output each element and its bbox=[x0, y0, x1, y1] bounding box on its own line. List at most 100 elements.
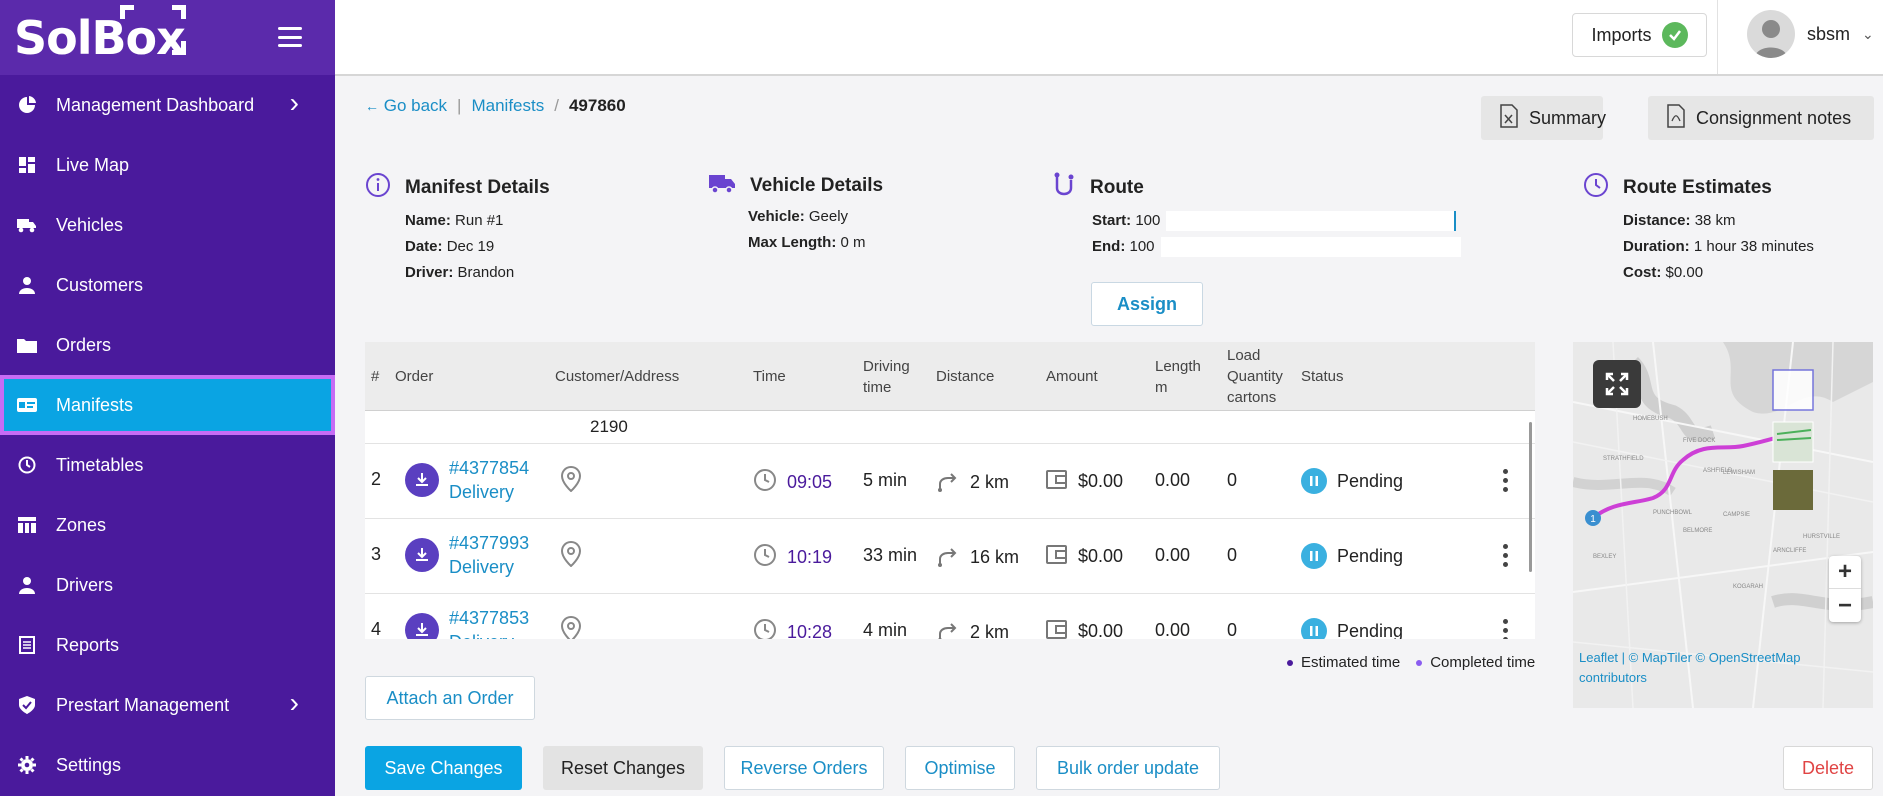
length-value: 0.00 bbox=[1155, 620, 1191, 639]
more-options-icon[interactable] bbox=[1503, 469, 1508, 492]
col-time: Time bbox=[753, 368, 786, 385]
estimate-cost: $0.00 bbox=[1665, 264, 1704, 281]
clock-icon bbox=[1583, 172, 1609, 204]
pause-icon bbox=[1301, 618, 1327, 639]
consignment-notes-button[interactable]: Consignment notes bbox=[1648, 96, 1874, 140]
table-row[interactable]: 4 #4377853Delivery 10:28 4 min 2 km $0.00 0.00… bbox=[365, 594, 1535, 639]
download-icon bbox=[405, 613, 439, 639]
order-link[interactable]: #4377853Delivery bbox=[449, 606, 529, 639]
length-value: 0.00 bbox=[1155, 545, 1191, 565]
summary-button[interactable]: Summary bbox=[1481, 96, 1606, 140]
location-pin-icon[interactable] bbox=[561, 466, 581, 492]
status-cell: Pending bbox=[1301, 618, 1403, 639]
sidebar-item-customers[interactable]: Customers bbox=[0, 255, 335, 315]
sidebar-item-management-dashboard[interactable]: Management Dashboard › bbox=[0, 75, 335, 135]
sidebar-item-label: Customers bbox=[56, 274, 144, 295]
col-status: Status bbox=[1301, 368, 1344, 385]
map-place-label: ARNCLIFFE bbox=[1773, 548, 1806, 554]
user-menu[interactable]: sbsm ⌄ bbox=[1747, 10, 1874, 58]
imports-label: Imports bbox=[1591, 24, 1652, 45]
hamburger-menu-icon[interactable] bbox=[278, 27, 302, 47]
sidebar-item-label: Orders bbox=[56, 334, 112, 355]
estimated-time: 10:19 bbox=[787, 547, 833, 567]
divider bbox=[1717, 0, 1718, 74]
map-attribution[interactable]: Leaflet | © MapTiler © OpenStreetMap con… bbox=[1579, 648, 1869, 688]
time-cell: 10:28 bbox=[753, 618, 832, 639]
fullscreen-icon[interactable] bbox=[1593, 360, 1641, 408]
app-logo[interactable]: SolBox bbox=[14, 4, 186, 65]
id-card-icon bbox=[16, 394, 38, 416]
route-start-field[interactable] bbox=[1166, 211, 1457, 232]
address-text: 2190 bbox=[590, 417, 628, 436]
manifest-date: Dec 19 bbox=[446, 238, 495, 255]
order-link[interactable]: #4377993 Delivery bbox=[449, 531, 529, 579]
time-cell: 10:19 bbox=[753, 543, 832, 572]
route-end-field[interactable] bbox=[1160, 237, 1461, 258]
arrow-left-icon: ← bbox=[365, 98, 379, 114]
route-map[interactable]: 1 HOMEBUSH FIVE DOCK STRATHFIELD ASHFIELD LE… bbox=[1573, 342, 1873, 708]
zoom-in-button[interactable]: + bbox=[1829, 556, 1861, 589]
status-badge: Pending bbox=[1337, 470, 1404, 491]
map-place-label: PUNCHBOWL bbox=[1653, 510, 1693, 516]
col-driving-time: Driving time bbox=[863, 358, 910, 396]
vehicle-name: Geely bbox=[808, 208, 849, 225]
optimise-button[interactable]: Optimise bbox=[905, 746, 1015, 790]
more-options-icon[interactable] bbox=[1503, 544, 1508, 567]
driving-time: 5 min bbox=[863, 470, 908, 490]
driving-time: 33 min bbox=[863, 545, 918, 565]
person-icon bbox=[16, 574, 38, 596]
dashboard-grid-icon bbox=[16, 154, 38, 176]
sidebar-item-timetables[interactable]: Timetables bbox=[0, 435, 335, 495]
order-cell: #4377854 Delivery bbox=[405, 456, 529, 504]
imports-button[interactable]: Imports bbox=[1572, 13, 1707, 57]
manifests-link[interactable]: Manifests bbox=[471, 96, 544, 116]
sidebar-item-label: Vehicles bbox=[56, 214, 124, 235]
sidebar-item-settings[interactable]: Settings bbox=[0, 735, 335, 795]
sidebar-item-manifests[interactable]: Manifests bbox=[0, 375, 335, 435]
time-cell: 09:05 bbox=[753, 468, 832, 497]
save-changes-button[interactable]: Save Changes bbox=[365, 746, 522, 790]
reset-changes-button[interactable]: Reset Changes bbox=[543, 746, 703, 790]
breadcrumb-separator: | bbox=[457, 96, 462, 115]
route-estimates-title: Route Estimates bbox=[1623, 177, 1772, 198]
order-link[interactable]: #4377854 Delivery bbox=[449, 456, 529, 504]
route-turn-icon bbox=[936, 543, 960, 572]
table-scrollbar[interactable] bbox=[1529, 422, 1532, 572]
map-place-label: KOGARAH bbox=[1733, 584, 1763, 590]
assign-button[interactable]: Assign bbox=[1091, 282, 1203, 326]
sidebar-item-zones[interactable]: Zones bbox=[0, 495, 335, 555]
sidebar-item-drivers[interactable]: Drivers bbox=[0, 555, 335, 615]
sidebar-item-label: Settings bbox=[56, 754, 122, 775]
zoom-out-button[interactable]: − bbox=[1829, 589, 1861, 622]
pause-icon bbox=[1301, 468, 1327, 494]
table-row[interactable]: 2 #4377854 Delivery 09:05 5 min 2 km $0.00 0.00… bbox=[365, 444, 1535, 519]
username: sbsm bbox=[1807, 23, 1851, 44]
clock-icon bbox=[753, 543, 777, 572]
location-pin-icon[interactable] bbox=[561, 616, 581, 639]
pause-icon bbox=[1301, 543, 1327, 569]
table-row[interactable]: 3 #4377993 Delivery 10:19 33 min 16 km $0.00 0.… bbox=[365, 519, 1535, 594]
bulk-order-update-button[interactable]: Bulk order update bbox=[1036, 746, 1220, 790]
map-place-label: BEXLEY bbox=[1593, 554, 1616, 560]
delete-button[interactable]: Delete bbox=[1783, 746, 1873, 790]
sidebar-item-reports[interactable]: Reports bbox=[0, 615, 335, 675]
location-pin-icon[interactable] bbox=[561, 541, 581, 567]
distance-value: 2 km bbox=[970, 472, 1010, 492]
map-place-label: CAMPSIE bbox=[1723, 512, 1750, 518]
sidebar-item-vehicles[interactable]: Vehicles bbox=[0, 195, 335, 255]
row-number: 2 bbox=[371, 469, 382, 489]
sidebar-item-live-map[interactable]: Live Map bbox=[0, 135, 335, 195]
list-icon bbox=[16, 634, 38, 656]
more-options-icon[interactable] bbox=[1503, 619, 1508, 639]
folder-icon bbox=[16, 334, 38, 356]
go-back-link[interactable]: ← Go back bbox=[365, 96, 447, 116]
sidebar-item-label: Reports bbox=[56, 634, 120, 655]
load-value: 0 bbox=[1227, 470, 1238, 490]
attach-order-button[interactable]: Attach an Order bbox=[365, 676, 535, 720]
sidebar-item-label: Management Dashboard bbox=[56, 94, 255, 115]
reverse-orders-button[interactable]: Reverse Orders bbox=[724, 746, 884, 790]
length-value: 0.00 bbox=[1155, 470, 1191, 490]
wallet-icon bbox=[1046, 543, 1068, 570]
sidebar-item-orders[interactable]: Orders bbox=[0, 315, 335, 375]
sidebar-item-prestart-management[interactable]: Prestart Management › bbox=[0, 675, 335, 735]
